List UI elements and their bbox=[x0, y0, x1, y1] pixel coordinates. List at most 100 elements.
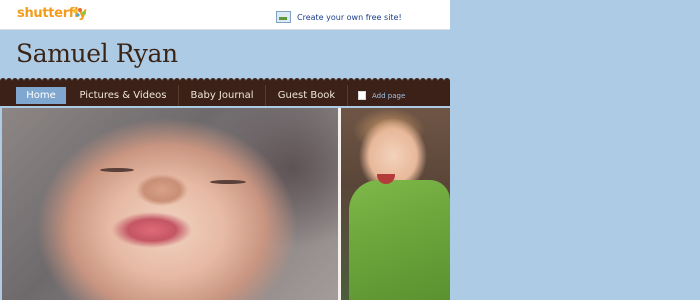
tab-label: Baby Journal bbox=[190, 90, 254, 101]
scallop-bump bbox=[30, 78, 36, 84]
scallop-bump bbox=[330, 78, 336, 84]
scallop-bump bbox=[42, 78, 48, 84]
tab-label: Home bbox=[26, 90, 56, 101]
top-bar: shutterfly Create your own free site! bbox=[0, 0, 450, 30]
scallop-bump bbox=[174, 78, 180, 84]
scallop-bump bbox=[162, 78, 168, 84]
scallop-bump bbox=[72, 78, 78, 84]
scallop-bump bbox=[54, 78, 60, 84]
scallop-bump bbox=[438, 78, 444, 84]
scallop-bump bbox=[78, 78, 84, 84]
scallop-bump bbox=[234, 78, 240, 84]
scallop-bump bbox=[48, 78, 54, 84]
main-nav: Home Pictures & Videos Baby Journal Gues… bbox=[0, 85, 450, 106]
scallop-bump bbox=[36, 78, 42, 84]
scallop-bump bbox=[180, 78, 186, 84]
create-site-promo[interactable]: Create your own free site! bbox=[276, 11, 402, 23]
scallop-bump bbox=[396, 78, 402, 84]
scallop-bump bbox=[66, 78, 72, 84]
page-icon bbox=[358, 91, 366, 100]
scallop-bump bbox=[192, 78, 198, 84]
scallop-bump bbox=[132, 78, 138, 84]
eye-right bbox=[210, 180, 246, 184]
scallop-bump bbox=[252, 78, 258, 84]
scallop-bump bbox=[228, 78, 234, 84]
scallop-bump bbox=[18, 78, 24, 84]
scallop-bump bbox=[114, 78, 120, 84]
scallop-bump bbox=[354, 78, 360, 84]
scallop-bump bbox=[0, 78, 6, 84]
scallop-bump bbox=[366, 78, 372, 84]
scallop-bump bbox=[6, 78, 12, 84]
scallop-bump bbox=[324, 78, 330, 84]
site-frame: shutterfly Create your own free site! Sa… bbox=[0, 0, 450, 300]
scallop-bump bbox=[306, 78, 312, 84]
scallop-bump bbox=[300, 78, 306, 84]
scallop-bump bbox=[378, 78, 384, 84]
scallop-bump bbox=[336, 78, 342, 84]
scallop-bump bbox=[258, 78, 264, 84]
scallop-bump bbox=[222, 78, 228, 84]
scallop-bump bbox=[348, 78, 354, 84]
scallop-bump bbox=[342, 78, 348, 84]
scallop-bump bbox=[246, 78, 252, 84]
scallop-bump bbox=[60, 78, 66, 84]
scallop-bump bbox=[312, 78, 318, 84]
tab-label: Guest Book bbox=[277, 90, 336, 101]
create-site-link[interactable]: Create your own free site! bbox=[297, 13, 402, 22]
scallop-bump bbox=[264, 78, 270, 84]
scallop-bump bbox=[210, 78, 216, 84]
scallop-bump bbox=[102, 78, 108, 84]
scallop-bump bbox=[12, 78, 18, 84]
scallop-bump bbox=[198, 78, 204, 84]
scallop-bump bbox=[432, 78, 438, 84]
eye-left bbox=[100, 168, 134, 172]
scallop-bump bbox=[288, 78, 294, 84]
scallop-bump bbox=[414, 78, 420, 84]
green-sweater bbox=[349, 180, 450, 300]
scallop-bump bbox=[282, 78, 288, 84]
scallop-bump bbox=[168, 78, 174, 84]
site-icon bbox=[276, 11, 291, 23]
scallop-bump bbox=[444, 78, 450, 84]
scallop-bump bbox=[150, 78, 156, 84]
scallop-bump bbox=[216, 78, 222, 84]
scallop-bump bbox=[96, 78, 102, 84]
scallop-bump bbox=[426, 78, 432, 84]
scallop-bump bbox=[402, 78, 408, 84]
tab-pictures-videos[interactable]: Pictures & Videos bbox=[68, 85, 179, 106]
tab-label: Pictures & Videos bbox=[79, 90, 167, 101]
scallop-bump bbox=[90, 78, 96, 84]
scallop-bump bbox=[156, 78, 162, 84]
scallop-bump bbox=[126, 78, 132, 84]
flower-dots-icon bbox=[73, 8, 86, 17]
site-title: Samuel Ryan bbox=[16, 39, 178, 68]
scallop-bump bbox=[360, 78, 366, 84]
scallop-bump bbox=[270, 78, 276, 84]
site-header: Samuel Ryan bbox=[0, 30, 450, 80]
scallop-bump bbox=[120, 78, 126, 84]
scallop-bump bbox=[384, 78, 390, 84]
tab-home[interactable]: Home bbox=[16, 87, 66, 104]
scallop-bump bbox=[276, 78, 282, 84]
add-page-button[interactable]: Add page bbox=[348, 85, 405, 106]
scallop-bump bbox=[318, 78, 324, 84]
scallop-bump bbox=[108, 78, 114, 84]
scallop-bump bbox=[408, 78, 414, 84]
scallop-bump bbox=[144, 78, 150, 84]
scallop-bump bbox=[420, 78, 426, 84]
scallop-bump bbox=[138, 78, 144, 84]
scallop-bump bbox=[294, 78, 300, 84]
scallop-bump bbox=[84, 78, 90, 84]
scallop-bump bbox=[390, 78, 396, 84]
scallop-bump bbox=[186, 78, 192, 84]
side-photo bbox=[341, 108, 450, 300]
scallop-bump bbox=[204, 78, 210, 84]
scallop-bump bbox=[372, 78, 378, 84]
scallop-bump bbox=[24, 78, 30, 84]
tab-guest-book[interactable]: Guest Book bbox=[266, 85, 348, 106]
tab-baby-journal[interactable]: Baby Journal bbox=[179, 85, 266, 106]
add-page-label: Add page bbox=[372, 91, 406, 100]
main-photo bbox=[2, 108, 338, 300]
scallop-bump bbox=[240, 78, 246, 84]
